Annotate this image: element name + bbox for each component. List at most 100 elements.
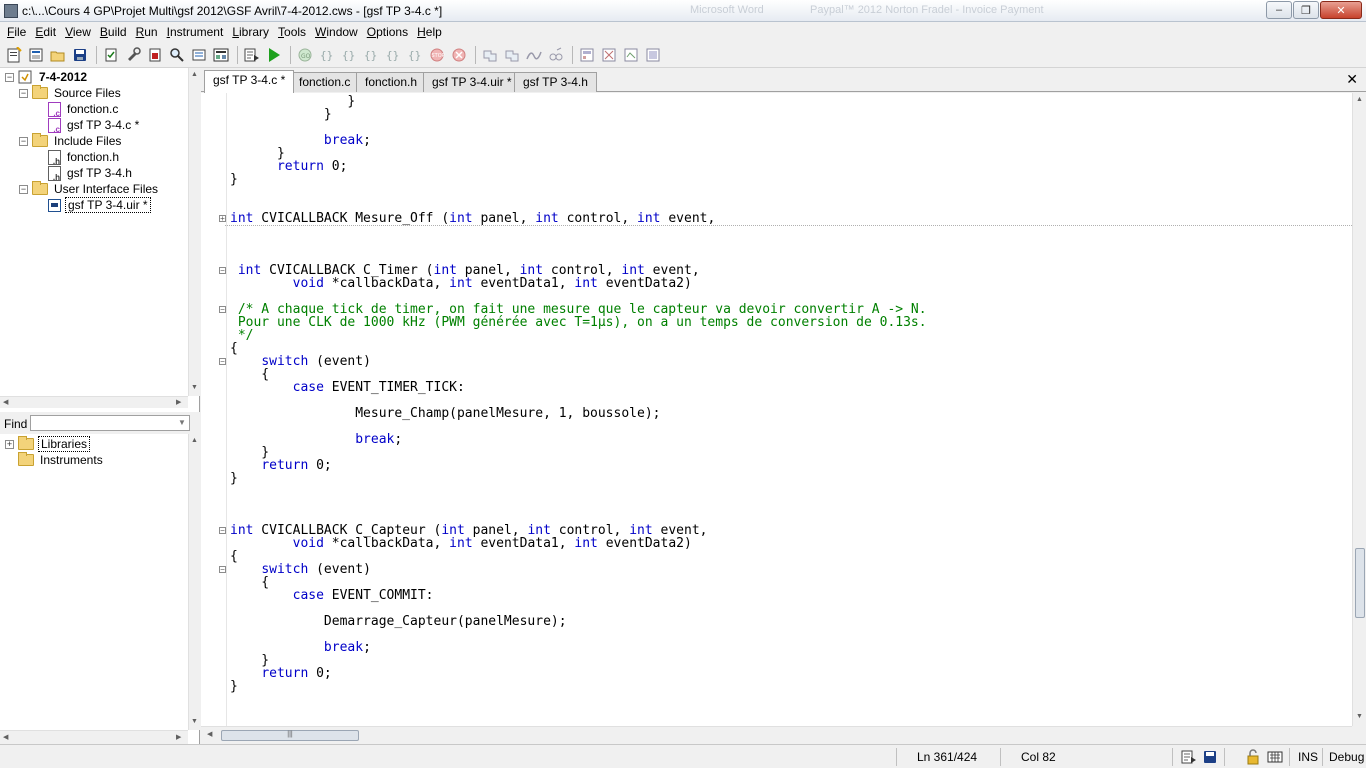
scrollbar-thumb[interactable]: ||| (221, 730, 359, 741)
close-icon[interactable]: ✕ (1346, 71, 1358, 88)
find-input[interactable] (30, 415, 190, 431)
scrollbar-thumb[interactable] (1355, 548, 1365, 618)
code-line[interactable]: void *callbackData, int eventData1, int … (230, 277, 692, 290)
scroll-left-icon[interactable]: ◀ (207, 730, 212, 738)
close-button[interactable]: ✕ (1320, 1, 1362, 19)
tab-fonction-h[interactable]: fonction.h (356, 72, 427, 92)
tab-gsf-tp-3-4-h[interactable]: gsf TP 3-4.h (514, 72, 597, 92)
menu-run[interactable]: Run (131, 23, 162, 41)
lock-icon[interactable] (1245, 749, 1261, 768)
scroll-up-icon[interactable]: ▲ (191, 437, 198, 444)
collapse-icon[interactable]: − (19, 89, 28, 98)
insert-mode[interactable]: INS (1298, 750, 1318, 764)
tree-file[interactable]: .c fonction.c (48, 101, 120, 118)
app-icon[interactable] (4, 4, 18, 18)
replace-icon[interactable] (189, 45, 209, 65)
menu-edit[interactable]: Edit (30, 23, 60, 41)
collapse-icon[interactable]: − (19, 185, 28, 194)
code-line[interactable]: } (230, 472, 238, 485)
code-line[interactable]: return 0; (230, 160, 347, 173)
new-file-icon[interactable] (26, 45, 46, 65)
menu-build[interactable]: Build (95, 23, 131, 41)
scroll-down-icon[interactable]: ▼ (191, 384, 198, 391)
scroll-right-icon[interactable]: ▶ (176, 733, 181, 741)
code-line[interactable]: Demarrage_Capteur(panelMesure); (230, 615, 567, 628)
code-line[interactable]: case EVENT_TIMER_TICK: (230, 381, 465, 394)
horizontal-scrollbar[interactable]: ◀ ▶ (0, 730, 188, 744)
stop-icon[interactable] (145, 45, 165, 65)
chevron-down-icon[interactable]: ▼ (178, 418, 186, 427)
code-editor[interactable]: } } break; } return 0;} int CVICALLBACK M… (201, 93, 1352, 726)
code-line[interactable]: int CVICALLBACK Mesure_Off (int panel, i… (230, 212, 715, 225)
collapse-icon[interactable]: − (219, 267, 226, 275)
step-into-icon[interactable]: {} (317, 45, 337, 65)
code-line[interactable]: case EVENT_COMMIT: (230, 589, 434, 602)
tree-workspace[interactable]: 7-4-2012 (18, 69, 89, 85)
menu-window[interactable]: Window (310, 23, 362, 41)
terminate-icon[interactable] (449, 45, 469, 65)
compile-icon[interactable] (101, 45, 121, 65)
horizontal-scrollbar[interactable]: ◀ ||| (201, 726, 1352, 744)
step-over-icon[interactable]: GO (295, 45, 315, 65)
menu-help[interactable]: Help (412, 23, 446, 41)
collapse-icon[interactable]: − (219, 306, 226, 314)
finish-icon[interactable]: {} (361, 45, 381, 65)
scroll-right-icon[interactable]: ▶ (176, 398, 181, 406)
code-line[interactable]: } (230, 680, 238, 693)
open-icon[interactable] (48, 45, 68, 65)
horizontal-scrollbar[interactable]: ◀ ▶ (0, 396, 188, 408)
menu-tools[interactable]: Tools (273, 23, 310, 41)
code-line[interactable]: } (230, 173, 238, 186)
memory-icon[interactable] (502, 45, 522, 65)
tree-file[interactable]: .h fonction.h (48, 149, 121, 166)
menu-file[interactable]: File (2, 23, 30, 41)
tree-file[interactable]: .c gsf TP 3-4.c * (48, 117, 141, 134)
scroll-up-icon[interactable]: ▲ (191, 71, 198, 78)
watch-icon[interactable]: {} (405, 45, 425, 65)
scroll-left-icon[interactable]: ◀ (3, 398, 8, 406)
build-status-icon[interactable] (1181, 749, 1197, 768)
tree-folder-ui[interactable]: User Interface Files (32, 181, 160, 197)
build-icon[interactable] (123, 45, 143, 65)
new-project-icon[interactable] (4, 45, 24, 65)
scroll-down-icon[interactable]: ▼ (1356, 713, 1363, 720)
ui-operate-icon[interactable] (643, 45, 663, 65)
ui-code-icon[interactable] (599, 45, 619, 65)
variables-icon[interactable] (480, 45, 500, 65)
scroll-up-icon[interactable]: ▲ (1356, 96, 1363, 103)
vertical-scrollbar[interactable]: ▲ ▼ (1352, 93, 1366, 726)
tree-folder-source[interactable]: Source Files (32, 85, 123, 101)
minimize-button[interactable]: – (1266, 1, 1292, 19)
step-out-icon[interactable]: {} (339, 45, 359, 65)
save-icon[interactable] (70, 45, 90, 65)
tree-instruments[interactable]: Instruments (18, 452, 105, 468)
vertical-scrollbar[interactable]: ▲ ▼ (188, 68, 200, 396)
save-icon[interactable] (1202, 749, 1218, 768)
tree-file[interactable]: .h gsf TP 3-4.h (48, 165, 134, 182)
scroll-left-icon[interactable]: ◀ (3, 733, 8, 741)
build-configuration[interactable]: Debug (1329, 750, 1364, 764)
code-line[interactable]: void *callbackData, int eventData1, int … (230, 537, 692, 550)
run-icon[interactable] (242, 45, 262, 65)
stop-debug-icon[interactable]: STOP (427, 45, 447, 65)
restore-button[interactable]: ❐ (1293, 1, 1319, 19)
keyboard-icon[interactable] (1267, 749, 1283, 768)
scroll-down-icon[interactable]: ▼ (191, 718, 198, 725)
tree-libraries[interactable]: Libraries (18, 436, 91, 452)
vertical-scrollbar[interactable]: ▲ ▼ (188, 434, 200, 730)
code-line[interactable]: return 0; (230, 459, 331, 472)
ui-editor-icon[interactable] (577, 45, 597, 65)
breakpoint-icon[interactable]: {} (383, 45, 403, 65)
collapse-icon[interactable]: − (219, 527, 226, 535)
expand-icon[interactable]: + (219, 215, 226, 223)
collapse-icon[interactable]: − (219, 566, 226, 574)
tab-gsf-tp-3-4-uir[interactable]: gsf TP 3-4.uir * (423, 72, 521, 92)
go-icon[interactable] (264, 45, 284, 65)
tab-fonction-c[interactable]: fonction.c (290, 72, 360, 92)
collapse-icon[interactable]: − (5, 73, 14, 82)
find-icon[interactable] (167, 45, 187, 65)
menu-options[interactable]: Options (362, 23, 412, 41)
code-line[interactable]: } (230, 108, 332, 121)
collapse-icon[interactable]: − (19, 137, 28, 146)
collapse-icon[interactable]: − (219, 358, 226, 366)
